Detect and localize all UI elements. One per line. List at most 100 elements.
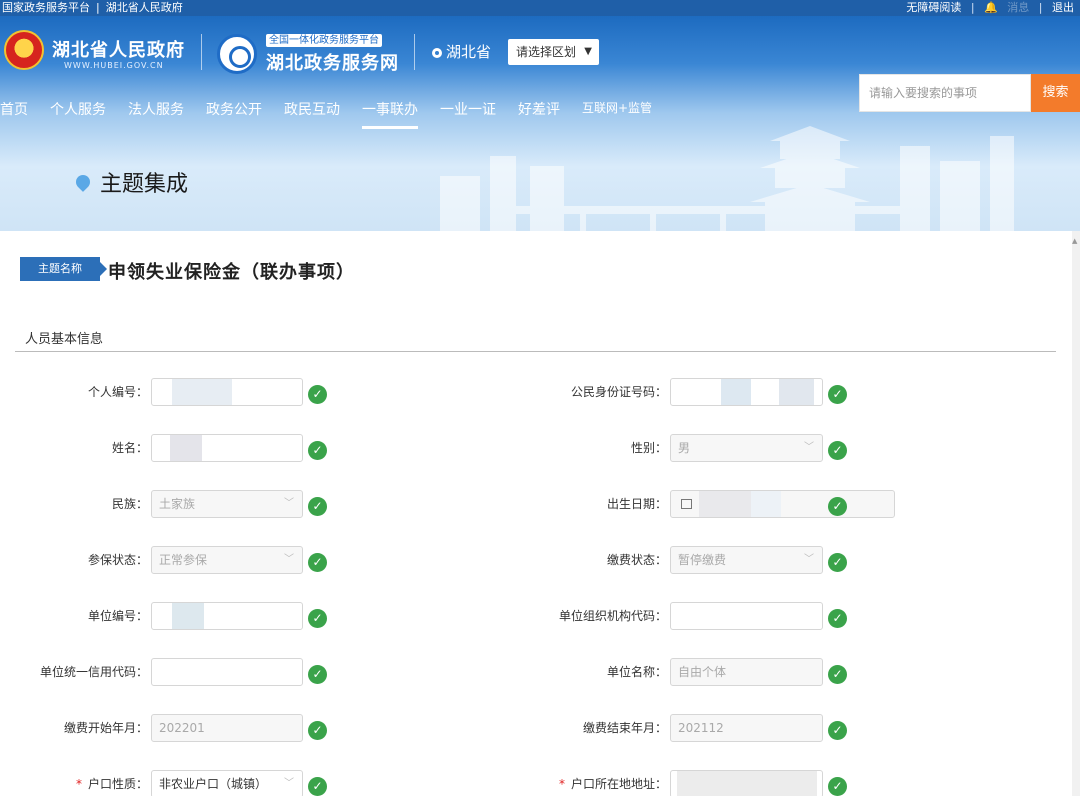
- hukou-type-label: * 户口性质：: [76, 770, 148, 796]
- nav-gov-affairs-public[interactable]: 政务公开: [206, 99, 262, 129]
- check-icon: ✓: [828, 721, 847, 740]
- insured-status-select[interactable]: 正常参保 ﹀: [151, 546, 303, 574]
- messages-link[interactable]: 消息: [1007, 1, 1029, 14]
- ethnicity-select[interactable]: 土家族 ﹀: [151, 490, 303, 518]
- unit-no-field[interactable]: [151, 602, 303, 630]
- payment-status-value: 暂停缴费: [678, 553, 727, 567]
- unit-credit-code-label: 单位统一信用代码：: [39, 665, 148, 679]
- name-field[interactable]: [151, 434, 303, 462]
- id-no-label: 公民身份证号码：: [570, 385, 667, 399]
- province-label: 湖北省: [446, 43, 492, 61]
- payment-status-select[interactable]: 暂停缴费 ﹀: [670, 546, 823, 574]
- redacted-value: [677, 771, 817, 796]
- check-icon: ✓: [308, 609, 327, 628]
- personal-no-field[interactable]: [151, 378, 303, 406]
- hukou-address-field[interactable]: [670, 770, 823, 796]
- personal-no-label-wrap: 个人编号：: [0, 378, 148, 406]
- chevron-down-icon: ﹀: [284, 778, 294, 789]
- national-platform-link[interactable]: 国家政务服务平台: [2, 1, 90, 14]
- check-icon: ✓: [308, 721, 327, 740]
- hukou-type-label-wrap: * 户口性质：: [0, 770, 148, 796]
- unit-name-label: 单位名称：: [606, 665, 667, 679]
- birth-date-picker[interactable]: [670, 490, 895, 518]
- service-site-name[interactable]: 湖北政务服务网: [266, 49, 399, 75]
- calendar-icon: [681, 499, 692, 509]
- check-icon: ✓: [828, 609, 847, 628]
- service-platform-logo[interactable]: [217, 34, 257, 74]
- nav-interaction[interactable]: 政民互动: [284, 99, 340, 129]
- current-province: 湖北省: [432, 41, 491, 62]
- header-divider: [201, 34, 202, 70]
- check-icon: ✓: [828, 665, 847, 684]
- chevron-down-icon: ﹀: [804, 442, 814, 453]
- gov-url: WWW.HUBEI.GOV.CN: [64, 61, 164, 70]
- insured-status-value: 正常参保: [159, 553, 208, 567]
- insured-status-label-wrap: 参保状态：: [0, 546, 148, 574]
- personal-no-label: 个人编号：: [87, 385, 148, 399]
- required-marker: *: [75, 777, 82, 791]
- gender-value: 男: [678, 441, 691, 455]
- region-select[interactable]: 请选择区划: [508, 39, 599, 65]
- check-icon: ✓: [828, 553, 847, 572]
- topic-name-tag: 主题名称: [20, 257, 107, 281]
- hukou-address-label: * 户口所在地地址：: [559, 770, 667, 796]
- nav-one-thing-joint[interactable]: 一事联办: [362, 99, 418, 129]
- accessible-reading-link[interactable]: 无障碍阅读: [906, 1, 961, 14]
- gender-select[interactable]: 男 ﹀: [670, 434, 823, 462]
- check-icon: ✓: [828, 777, 847, 796]
- pay-end-field[interactable]: 202112: [670, 714, 823, 742]
- page-scrollbar[interactable]: [1072, 231, 1080, 796]
- unit-org-code-field[interactable]: [670, 602, 823, 630]
- check-icon: ✓: [308, 441, 327, 460]
- provincial-gov-link[interactable]: 湖北省人民政府: [106, 1, 183, 14]
- pay-start-label: 缴费开始年月：: [63, 721, 148, 735]
- check-icon: ✓: [308, 777, 327, 796]
- payment-status-label: 缴费状态：: [606, 553, 667, 567]
- topic-name: 申领失业保险金（联办事项）: [108, 262, 355, 283]
- unit-credit-code-field[interactable]: [151, 658, 303, 686]
- national-emblem-logo[interactable]: [4, 30, 44, 70]
- logout-link[interactable]: 退出: [1052, 1, 1074, 14]
- redacted-value: [172, 379, 232, 405]
- hukou-type-select[interactable]: 非农业户口（城镇） ﹀: [151, 770, 303, 796]
- nav-home[interactable]: 首页: [0, 99, 28, 129]
- id-no-field[interactable]: [670, 378, 823, 406]
- bell-icon[interactable]: 🔔: [984, 1, 998, 14]
- pay-end-label-wrap: 缴费结束年月：: [500, 714, 667, 742]
- gov-name[interactable]: 湖北省人民政府: [52, 36, 185, 62]
- ethnicity-label-wrap: 民族：: [0, 490, 148, 518]
- redacted-value: [721, 379, 751, 405]
- hukou-type-value: 非农业户口（城镇）: [159, 777, 268, 791]
- page-title-text: 主题集成: [100, 172, 189, 197]
- search-input[interactable]: 请输入要搜索的事项: [859, 74, 1031, 112]
- redacted-value: [751, 491, 781, 517]
- pay-end-label: 缴费结束年月：: [582, 721, 667, 735]
- site-header: 湖北省人民政府 WWW.HUBEI.GOV.CN 全国一体化政务服务平台 湖北政…: [0, 16, 1080, 231]
- hukou-type-label-text: 户口性质：: [87, 777, 148, 791]
- unit-name-field[interactable]: 自由个体: [670, 658, 823, 686]
- check-icon: ✓: [308, 497, 327, 516]
- pay-start-field[interactable]: 202201: [151, 714, 303, 742]
- nav-personal-services[interactable]: 个人服务: [50, 99, 106, 129]
- check-icon: ✓: [308, 665, 327, 684]
- unit-name-label-wrap: 单位名称：: [500, 658, 667, 686]
- section-title: 人员基本信息: [25, 332, 104, 347]
- check-icon: ✓: [828, 497, 847, 516]
- nav-one-industry-one-license[interactable]: 一业一证: [440, 99, 496, 129]
- platform-tag: 全国一体化政务服务平台: [266, 34, 382, 47]
- required-marker: *: [558, 777, 565, 791]
- chevron-down-icon: ﹀: [284, 498, 294, 509]
- redacted-value: [699, 491, 751, 517]
- nav-internet-supervision[interactable]: 互联网+监管: [582, 99, 652, 129]
- top-strip: 国家政务服务平台 | 湖北省人民政府 无障碍阅读 | 🔔 消息 | 退出: [0, 0, 1080, 16]
- search-button[interactable]: 搜索: [1031, 74, 1080, 112]
- hukou-address-label-text: 户口所在地地址：: [570, 777, 667, 791]
- ethnicity-label: 民族：: [111, 497, 148, 511]
- unit-no-label: 单位编号：: [87, 609, 148, 623]
- redacted-value: [779, 379, 814, 405]
- main-content: 主题名称 申领失业保险金（联办事项） 人员基本信息 个人编号： ✓ 公民身份证号…: [0, 231, 1072, 796]
- gender-label-wrap: 性别：: [500, 434, 667, 462]
- nav-evaluation[interactable]: 好差评: [518, 99, 560, 129]
- pay-start-label-wrap: 缴费开始年月：: [0, 714, 148, 742]
- nav-corporate-services[interactable]: 法人服务: [128, 99, 184, 129]
